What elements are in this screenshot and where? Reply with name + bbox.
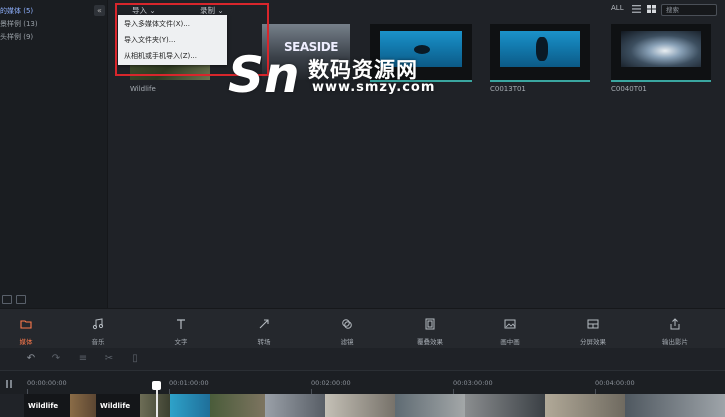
delete-icon[interactable]: ▯ (130, 354, 140, 364)
filter-all-button[interactable]: ALL (611, 4, 624, 12)
text-icon (177, 319, 185, 329)
timecode-0: 00:00:00:00 (27, 379, 67, 387)
library-sidebar: 的媒体 (5) 景样例 (13) 头样例 (9) « (0, 0, 108, 308)
tool-split-screen[interactable]: 分屏效果 (558, 309, 628, 349)
clip-wildlife-1[interactable]: Wildlife (24, 394, 70, 417)
transition-icon (259, 319, 269, 329)
tunnel-image (621, 31, 701, 67)
timecode-1: 00:01:00:00 (169, 379, 209, 387)
media-label-wildlife: Wildlife (130, 85, 156, 93)
tool-pip[interactable]: 画中画 (475, 309, 545, 349)
tool-filter[interactable]: 滤镜 (312, 309, 382, 349)
filter-icon (342, 319, 352, 329)
media-thumbnail-c0013t01[interactable] (490, 24, 590, 80)
edit-toolbar: ↶ ↷ ≡ ✂ ▯ (0, 348, 725, 370)
media-used-bar (611, 80, 711, 82)
clip-wildlife-2[interactable]: Wildlife (96, 394, 140, 417)
sidebar-item-opening-samples[interactable]: 头样例 (9) (0, 32, 33, 42)
tool-label: 转场 (257, 338, 271, 346)
media-label-c0040t01: C0040T01 (611, 85, 647, 93)
timecode-3: 00:03:00:00 (453, 379, 493, 387)
clip-label: Wildlife (28, 402, 59, 410)
tool-label: 媒体 (19, 338, 33, 346)
tool-label: 音乐 (91, 338, 105, 346)
sidebar-item-background-samples[interactable]: 景样例 (13) (0, 19, 38, 29)
track-header (0, 394, 24, 417)
tool-media[interactable]: 媒体 (0, 309, 61, 349)
cut-icon[interactable]: ✂ (104, 354, 114, 364)
tool-label: 覆叠效果 (417, 338, 443, 346)
undo-icon[interactable]: ↶ (26, 354, 36, 364)
media-used-bar (490, 80, 590, 82)
sidebar-item-my-media[interactable]: 的媒体 (5) (0, 6, 33, 16)
tool-label: 输出影片 (662, 338, 688, 346)
collapse-sidebar-button[interactable]: « (94, 5, 105, 16)
timecode-2: 00:02:00:00 (311, 379, 351, 387)
tool-transition[interactable]: 转场 (229, 309, 299, 349)
ocean-image (500, 31, 580, 67)
overlay-icon (425, 318, 435, 330)
folder-icon (20, 320, 32, 329)
tool-label: 文字 (174, 338, 188, 346)
add-folder-icon[interactable] (2, 295, 12, 304)
pip-icon (504, 319, 516, 329)
list-view-icon[interactable] (632, 5, 641, 13)
clip-label: Wildlife (100, 402, 131, 410)
tool-export[interactable]: 输出影片 (640, 309, 710, 349)
media-thumbnail-c0040t01[interactable] (611, 24, 711, 80)
tool-label: 滤镜 (340, 338, 354, 346)
search-input[interactable]: 搜索 (661, 4, 717, 16)
tool-text[interactable]: 文字 (146, 309, 216, 349)
tool-label: 分屏效果 (580, 338, 606, 346)
watermark: Sn 数码资源网 www.smzy.com (228, 46, 473, 106)
snap-icon[interactable] (6, 380, 12, 388)
video-track[interactable]: Wildlife Wildlife (24, 394, 725, 417)
adjust-icon[interactable]: ≡ (78, 354, 88, 364)
timeline-ruler[interactable]: 00:00:00:00 00:01:00:00 00:02:00:00 00:0… (0, 370, 725, 394)
timecode-4: 00:04:00:00 (595, 379, 635, 387)
splitscreen-icon (587, 319, 599, 329)
tool-label: 画中画 (500, 338, 520, 346)
redo-icon[interactable]: ↷ (51, 354, 61, 364)
watermark-url: www.smzy.com (312, 80, 436, 95)
playhead-handle[interactable] (152, 381, 161, 390)
video-editor-window: 的媒体 (5) 景样例 (13) 头样例 (9) « 导入 ⌄ 录制 ⌄ ALL… (0, 0, 725, 417)
music-icon (92, 318, 104, 330)
export-icon (670, 318, 680, 330)
folder-icon[interactable] (16, 295, 26, 304)
tool-music[interactable]: 音乐 (63, 309, 133, 349)
feature-toolbar: 媒体 音乐 文字 转场 滤镜 覆叠效果 画中画 分屏效果 输出影片 (0, 308, 725, 348)
tool-overlay[interactable]: 覆叠效果 (395, 309, 465, 349)
grid-view-icon[interactable] (647, 5, 656, 13)
watermark-logo: Sn (228, 46, 300, 104)
media-label-c0013t01: C0013T01 (490, 85, 526, 93)
